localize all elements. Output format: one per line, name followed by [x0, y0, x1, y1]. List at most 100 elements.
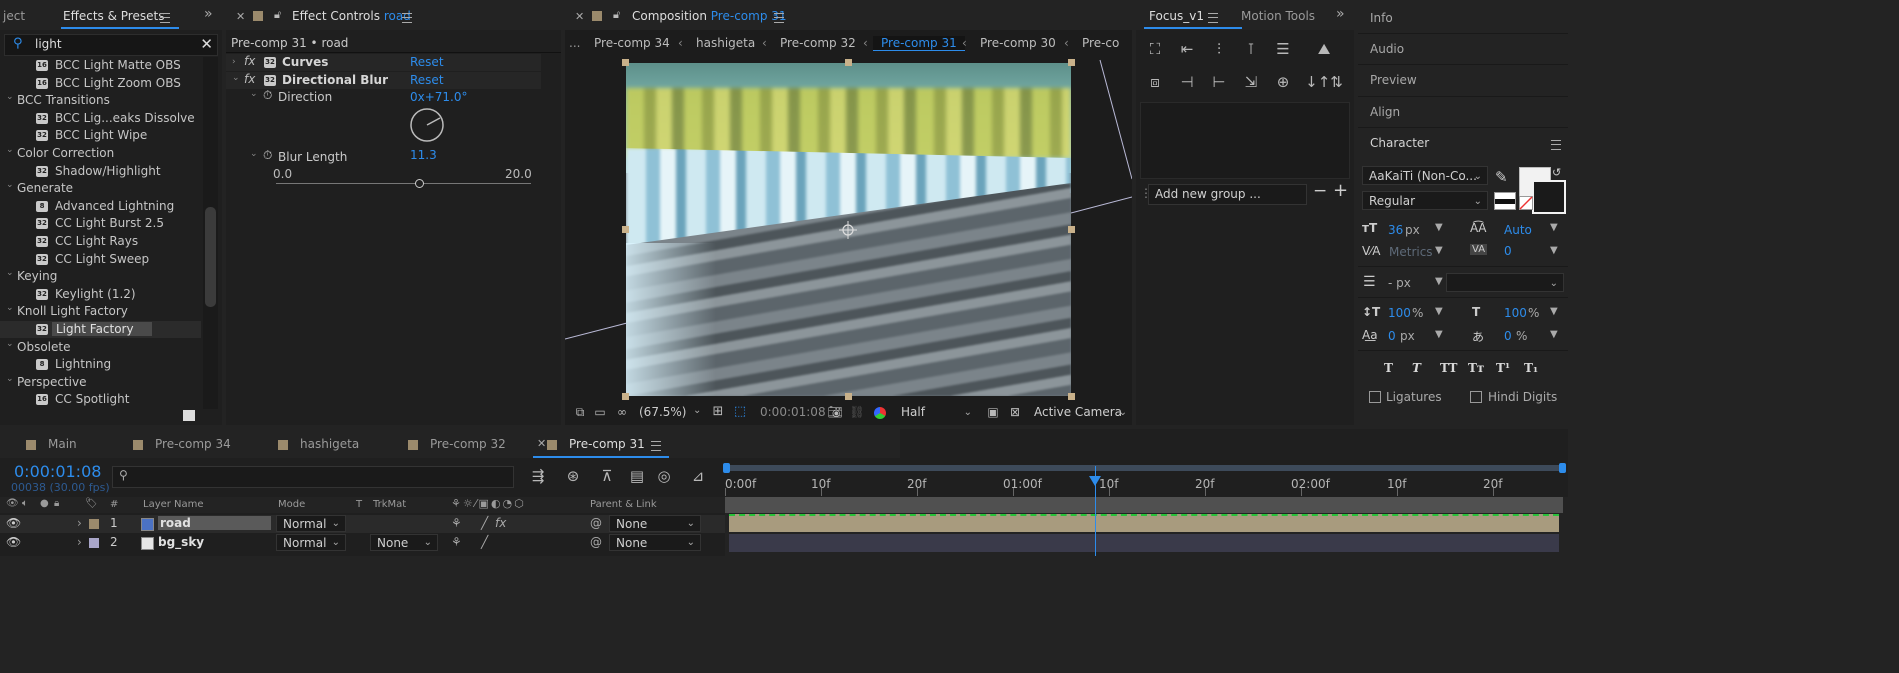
superscript-button[interactable]: T¹ — [1496, 361, 1510, 375]
timeline-tab[interactable]: Pre-comp 32 — [408, 437, 506, 457]
blur-length-slider-track[interactable] — [276, 183, 531, 184]
chevron-down-icon[interactable]: ▼ — [1550, 306, 1558, 317]
panel-menu-icon[interactable] — [402, 13, 412, 23]
effect-list-item[interactable]: 32 CC Light Rays — [0, 233, 201, 250]
collapse-triangle-icon[interactable]: ⌄ — [6, 145, 16, 155]
focus-frame-icon[interactable]: ⛶ — [1144, 38, 1166, 60]
expand-triangle-icon[interactable]: › — [232, 57, 242, 67]
direction-dial[interactable] — [408, 106, 446, 144]
font-size-value[interactable]: 36 — [1388, 223, 1403, 237]
effect-list-item[interactable]: 32 BCC Light Wipe — [0, 127, 201, 144]
snapshot-icon[interactable]: 📷︎ — [824, 401, 846, 423]
effects-search-bar[interactable]: ⚲ light ✕ — [4, 34, 218, 56]
effect-list-item[interactable]: 32 CC Light Burst 2.5 — [0, 215, 201, 232]
effect-list-item[interactable]: 8 Advanced Lightning — [0, 198, 201, 215]
stroke-style-dropdown[interactable]: ⌄ — [1446, 273, 1564, 292]
indent-value[interactable]: - px — [1388, 276, 1411, 290]
tab-project[interactable]: ject — [3, 9, 25, 23]
transparency-grid-icon[interactable]: ⊠ — [1004, 401, 1026, 423]
stopwatch-icon[interactable]: ⏱︎ — [263, 88, 272, 103]
comp-nav-tab[interactable]: Pre-comp 32 — [780, 36, 856, 50]
group-in-icon[interactable]: ⧈ — [1144, 71, 1166, 93]
expand-triangle-icon[interactable]: › — [77, 516, 82, 530]
effect-list-item[interactable]: 32 Keylight (1.2) — [0, 286, 201, 303]
comp-nav-tab[interactable]: Pre-comp 30 — [980, 36, 1056, 50]
collapse-triangle-icon[interactable]: ⌄ — [6, 303, 16, 313]
effect-category-folder[interactable]: ⌄ Perspective — [0, 374, 201, 391]
lock-icon[interactable]: 🔓︎ — [613, 8, 620, 22]
solo-icon[interactable]: ● — [40, 498, 49, 509]
blur-length-value[interactable]: 11.3 — [410, 148, 437, 162]
region-of-interest-icon[interactable]: ▣ — [982, 401, 1004, 423]
collapse-triangle-icon[interactable]: ⌄ — [6, 268, 16, 278]
timeline-search-input[interactable]: ⚲ — [112, 466, 514, 488]
panel-menu-icon[interactable] — [651, 441, 661, 451]
parent-dropdown[interactable]: None ⌄ — [609, 515, 701, 532]
group-right-icon[interactable]: ⊢ — [1208, 71, 1230, 93]
effect-category-folder[interactable]: ⌄ BCC Transitions — [0, 92, 201, 109]
playhead[interactable] — [1089, 466, 1102, 556]
stopwatch-icon[interactable]: ⏱︎ — [263, 148, 272, 163]
effect-list-item[interactable]: 16 CC Spotlight — [0, 391, 201, 408]
effect-list-item[interactable]: 32 Light Factory — [0, 321, 201, 338]
timeline-tab[interactable]: Main — [26, 437, 77, 457]
eyedropper-icon[interactable]: ✎ — [1495, 168, 1508, 186]
focus-list-icon[interactable]: ☰ — [1272, 38, 1294, 60]
show-snapshot-icon[interactable]: ⛓︎ — [846, 401, 868, 423]
focus-left-icon[interactable]: ⇤ — [1176, 38, 1198, 60]
timeline-layer-row[interactable]: 👁︎ › 2 bg_sky Normal ⌄ None ⌄ ⚘ ╱ @ None ⌄ — [0, 534, 725, 552]
label-color-swatch[interactable] — [89, 538, 99, 548]
scrollbar-thumb[interactable] — [205, 207, 216, 307]
focus-pin-icon[interactable]: ⊺ — [1240, 38, 1262, 60]
zoom-dropdown[interactable]: (67.5%) — [639, 405, 686, 419]
timeline-tab[interactable]: ✕ Pre-comp 31 — [533, 437, 669, 458]
add-group-input[interactable]: Add new group ... — [1148, 184, 1307, 205]
swap-colors-icon[interactable]: ↺ — [1552, 166, 1561, 179]
effect-list-item[interactable]: 16 BCC Light Zoom OBS — [0, 75, 201, 92]
col-layer-name[interactable]: Layer Name — [143, 499, 204, 510]
timeline-timecode[interactable]: 0:00:01:08 — [14, 462, 101, 481]
time-ruler[interactable]: 0:00f 10f 20f 01:00f 10f 20f 02:00f 10f 20f — [723, 462, 1568, 496]
tracking-value[interactable]: 0 — [1504, 244, 1512, 258]
panel-overflow-icon[interactable]: » — [204, 6, 213, 22]
direction-value[interactable]: 0x+71.0° — [410, 90, 468, 104]
channels-icon[interactable] — [874, 407, 886, 419]
search-input[interactable]: light — [35, 37, 62, 51]
draft-3d-icon[interactable]: ⊛ — [562, 465, 584, 487]
transform-handle[interactable] — [622, 393, 629, 400]
kerning-value[interactable]: Metrics — [1389, 245, 1433, 259]
stroke-color-swatch[interactable] — [1532, 180, 1566, 214]
eye-icon[interactable]: 👁︎ — [6, 535, 21, 549]
comp-nav-tab[interactable]: hashigeta — [696, 36, 755, 50]
chevron-down-icon[interactable]: ▼ — [1550, 245, 1558, 256]
add-group-button[interactable]: + — [1333, 180, 1348, 201]
effect-list-item[interactable]: 32 BCC Lig...eaks Dissolve — [0, 110, 201, 127]
quality-switch-icon[interactable]: ╱ — [481, 535, 488, 549]
comp-nav-tab[interactable]: Pre-co — [1082, 36, 1119, 50]
group-out-icon[interactable]: ⇲ — [1240, 71, 1262, 93]
effects-scrollbar[interactable] — [203, 57, 218, 409]
small-caps-button[interactable]: Tт — [1468, 361, 1484, 375]
focus-bars-icon[interactable]: ⫶ — [1208, 38, 1230, 60]
graph-editor-icon[interactable]: ⊿ — [687, 465, 709, 487]
parent-pickwhip-icon[interactable]: @ — [590, 516, 602, 530]
comp-mini-flowchart-icon[interactable]: ⇶ — [527, 465, 549, 487]
effect-list-item[interactable]: 16 BCC Light Matte OBS — [0, 57, 201, 74]
effect-category-folder[interactable]: ⌄ Generate — [0, 180, 201, 197]
fx-toggle-icon[interactable]: fx — [244, 72, 255, 86]
transform-handle[interactable] — [622, 226, 629, 233]
shy-switch-icon[interactable]: ⚘ — [451, 535, 462, 549]
work-area-bar[interactable] — [725, 465, 1563, 471]
transform-handle[interactable] — [845, 59, 852, 66]
collapse-triangle-icon[interactable]: ⌄ — [6, 180, 16, 190]
info-panel-header[interactable]: Info — [1370, 11, 1393, 25]
faux-bold-button[interactable]: T — [1384, 361, 1393, 375]
quality-switch-icon[interactable]: ╱ — [481, 516, 488, 530]
eye-icon[interactable]: 👁︎ — [6, 516, 21, 530]
eye-icon[interactable]: 👁︎ — [6, 498, 19, 509]
zoom-caret-icon[interactable]: ⌄ — [693, 405, 701, 416]
horizontal-scale-value[interactable]: 100 — [1504, 306, 1527, 320]
preview-panel-header[interactable]: Preview — [1370, 73, 1417, 87]
transform-handle[interactable] — [1068, 59, 1075, 66]
transform-handle[interactable] — [845, 393, 852, 400]
